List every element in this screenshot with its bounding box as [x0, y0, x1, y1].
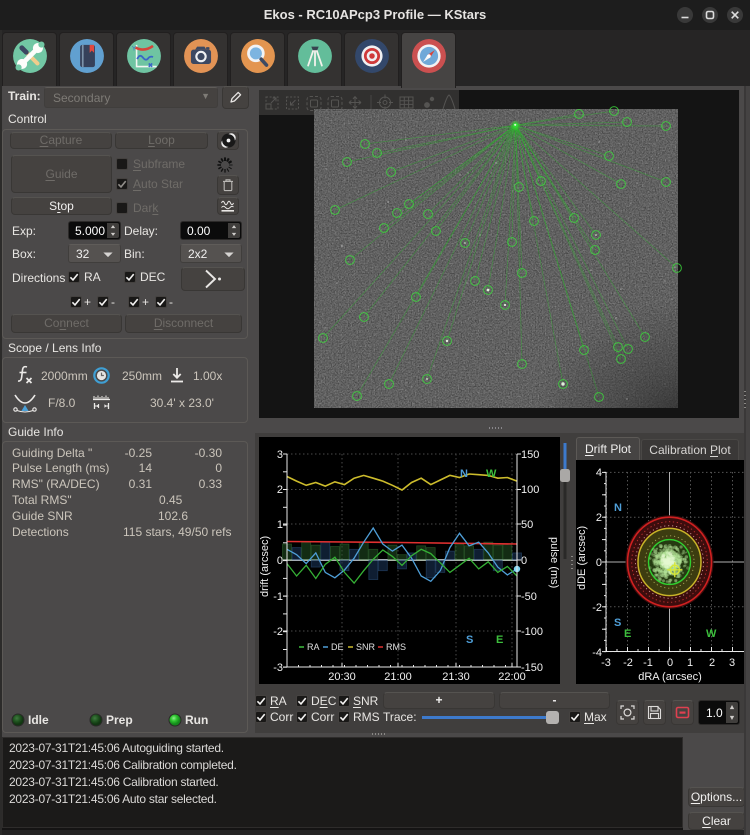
svg-text:50: 50	[521, 519, 533, 531]
svg-text:E: E	[496, 634, 503, 646]
svg-text:DE: DE	[331, 642, 344, 652]
svg-text:-1: -1	[273, 591, 283, 603]
svg-text:-3: -3	[601, 657, 611, 669]
svg-text:1: 1	[687, 657, 693, 669]
svg-text:22:00: 22:00	[498, 671, 526, 683]
svg-text:21:00: 21:00	[384, 671, 412, 683]
svg-text:100: 100	[521, 484, 539, 496]
svg-text:3: 3	[277, 449, 283, 461]
svg-text:-3: -3	[273, 662, 283, 674]
svg-text:W: W	[486, 468, 497, 480]
svg-text:1: 1	[277, 519, 283, 531]
svg-text:dRA (arcsec): dRA (arcsec)	[638, 671, 702, 683]
svg-text:20:30: 20:30	[328, 671, 356, 683]
svg-text:N: N	[614, 502, 622, 514]
svg-text:dDE (arcsec): dDE (arcsec)	[576, 526, 588, 590]
svg-text:S: S	[614, 617, 621, 629]
svg-text:RA: RA	[307, 642, 320, 652]
svg-text:0: 0	[596, 557, 602, 569]
svg-text:-100: -100	[521, 626, 543, 638]
svg-text:E: E	[624, 628, 631, 640]
svg-text:-2: -2	[592, 602, 602, 614]
svg-text:N: N	[460, 468, 468, 480]
svg-text:0: 0	[277, 555, 283, 567]
svg-text:-2: -2	[273, 626, 283, 638]
svg-text:3: 3	[729, 657, 735, 669]
svg-text:150: 150	[521, 449, 539, 461]
svg-text:21:30: 21:30	[442, 671, 470, 683]
svg-text:4: 4	[596, 467, 602, 479]
svg-text:2: 2	[709, 657, 715, 669]
svg-text:-1: -1	[643, 657, 653, 669]
svg-text:drift (arcsec): drift (arcsec)	[259, 536, 271, 597]
svg-text:2: 2	[277, 484, 283, 496]
svg-text:-2: -2	[623, 657, 633, 669]
svg-text:0: 0	[521, 555, 527, 567]
svg-text:0: 0	[667, 657, 673, 669]
svg-text:-50: -50	[521, 591, 537, 603]
svg-text:SNR: SNR	[356, 642, 376, 652]
svg-text:2: 2	[596, 512, 602, 524]
svg-text:S: S	[466, 634, 473, 646]
svg-text:W: W	[706, 628, 717, 640]
svg-text:RMS: RMS	[386, 642, 406, 652]
